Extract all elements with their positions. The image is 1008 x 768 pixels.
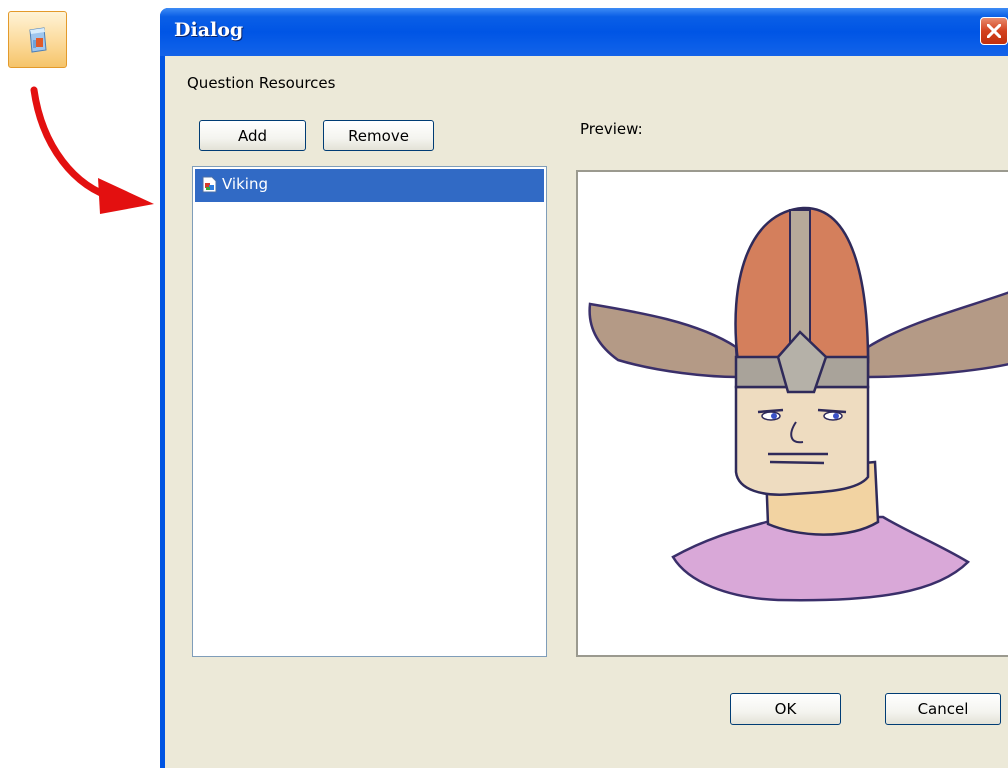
dialog-client-area: Question Resources Add Remove Viking Pre… <box>165 56 1008 768</box>
close-icon <box>987 24 1001 38</box>
preview-label: Preview: <box>580 120 643 138</box>
cancel-button[interactable]: Cancel <box>885 693 1001 725</box>
resources-toolbar-button[interactable] <box>8 11 67 68</box>
list-item[interactable]: Viking <box>195 169 544 202</box>
dialog-title: Dialog <box>174 19 244 41</box>
dialog-window: Dialog Question Resources Add Remove Vik… <box>160 8 1008 768</box>
resources-icon <box>29 27 47 53</box>
close-button[interactable] <box>980 17 1008 45</box>
image-file-icon <box>202 176 217 193</box>
add-button[interactable]: Add <box>199 120 306 151</box>
list-item-label: Viking <box>222 175 268 193</box>
resource-list[interactable]: Viking <box>192 166 547 657</box>
viking-drawing <box>588 206 1008 602</box>
red-curved-arrow <box>30 86 154 214</box>
title-bar: Dialog <box>160 8 1008 56</box>
question-resources-label: Question Resources <box>187 74 336 92</box>
ok-button[interactable]: OK <box>730 693 841 725</box>
remove-button[interactable]: Remove <box>323 120 434 151</box>
preview-pane <box>576 170 1008 657</box>
